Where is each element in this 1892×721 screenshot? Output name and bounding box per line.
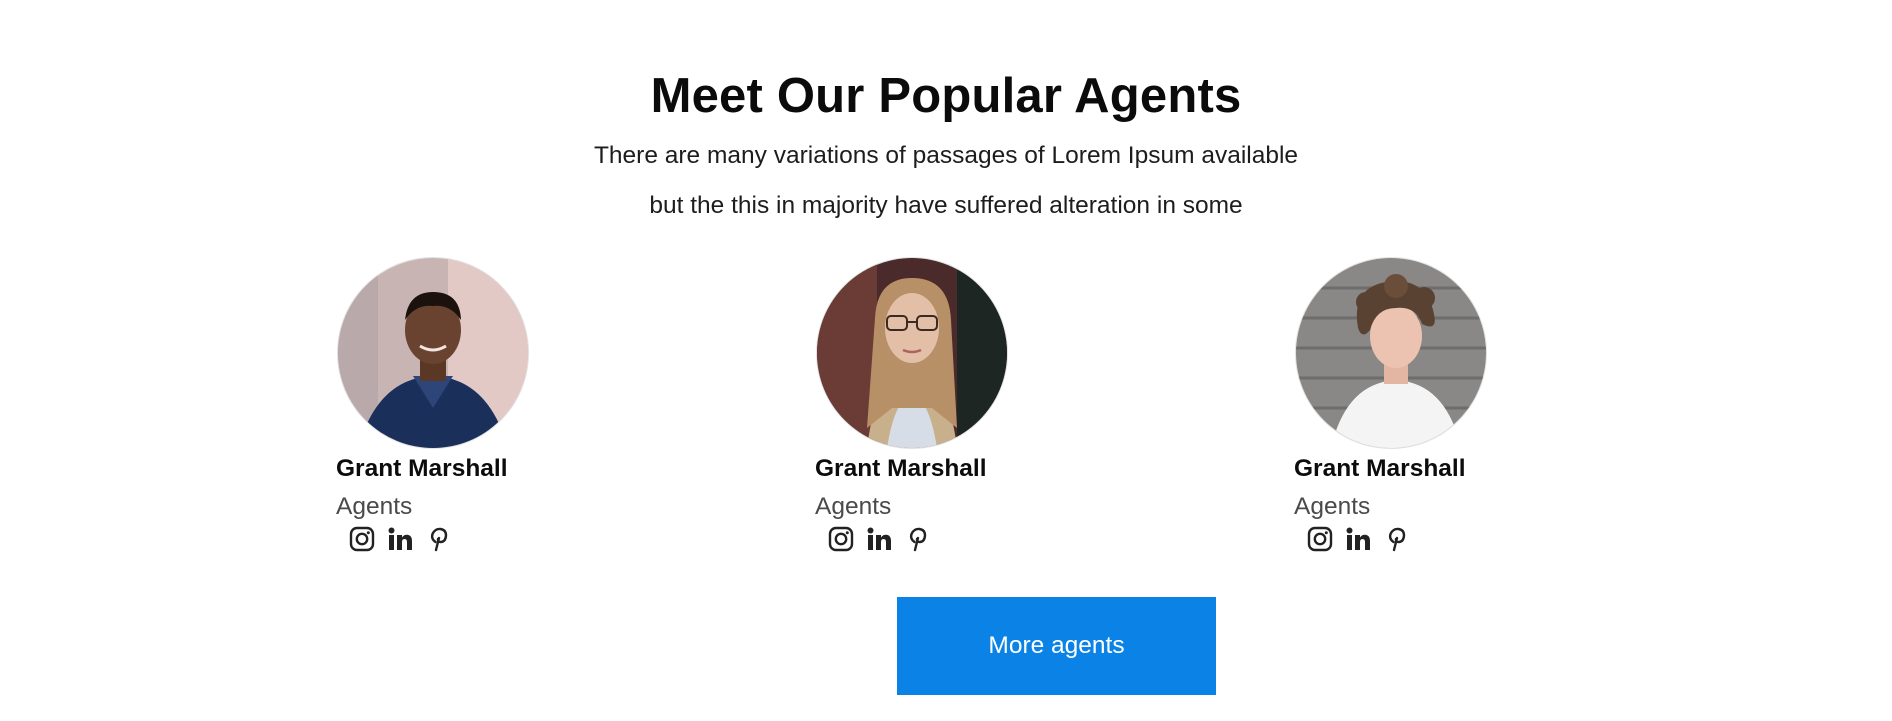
linkedin-icon[interactable]: [386, 525, 414, 553]
section-subtitle-line-2: but the this in majority have suffered a…: [649, 192, 1243, 219]
agents-section: Meet Our Popular Agents There are many v…: [0, 0, 1892, 721]
agent-socials: [827, 524, 1135, 554]
agent-socials: [1306, 524, 1614, 554]
agent-card: Grant Marshall Agents: [815, 258, 1135, 554]
linkedin-icon[interactable]: [865, 525, 893, 553]
agent-socials: [348, 524, 656, 554]
agent-avatar: [1296, 258, 1486, 448]
linkedin-icon[interactable]: [1344, 525, 1372, 553]
agent-card: Grant Marshall Agents: [1294, 258, 1614, 554]
agent-avatar: [338, 258, 528, 448]
pinterest-icon[interactable]: [1382, 525, 1410, 553]
agent-role: Agents: [815, 493, 892, 520]
instagram-icon[interactable]: [827, 525, 855, 553]
instagram-icon[interactable]: [1306, 525, 1334, 553]
section-subtitle-line-1: There are many variations of passages of…: [593, 142, 1299, 169]
agent-name: Grant Marshall: [336, 455, 508, 482]
agent-name: Grant Marshall: [1294, 455, 1466, 482]
agent-name: Grant Marshall: [815, 455, 987, 482]
pinterest-icon[interactable]: [424, 525, 452, 553]
agent-card: Grant Marshall Agents: [336, 258, 656, 554]
instagram-icon[interactable]: [348, 525, 376, 553]
agent-role: Agents: [1294, 493, 1371, 520]
agent-avatar: [817, 258, 1007, 448]
more-agents-button[interactable]: More agents: [897, 597, 1216, 695]
pinterest-icon[interactable]: [903, 525, 931, 553]
section-title: Meet Our Popular Agents: [650, 69, 1242, 123]
agent-role: Agents: [336, 493, 413, 520]
